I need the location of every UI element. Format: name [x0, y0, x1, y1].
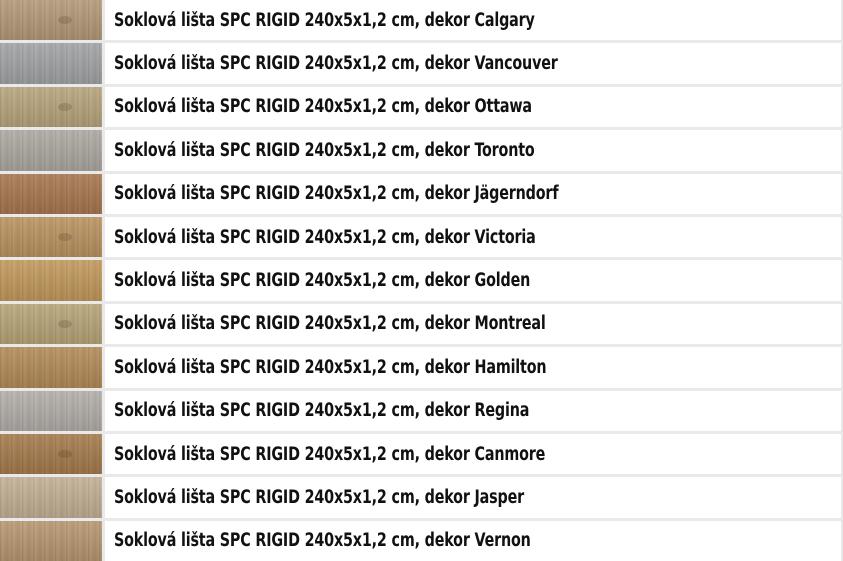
wood-swatch-image: [0, 260, 102, 301]
wood-swatch-image: [0, 303, 102, 345]
wood-swatch-image: [0, 0, 102, 41]
wood-swatch-image: [0, 347, 102, 388]
wood-swatch-image: [0, 477, 102, 518]
product-name: Soklová lišta SPC RIGID 240x5x1,2 cm, de…: [114, 443, 546, 465]
product-name: Soklová lišta SPC RIGID 240x5x1,2 cm, de…: [114, 53, 558, 75]
product-name: Soklová lišta SPC RIGID 240x5x1,2 cm, de…: [114, 9, 535, 31]
product-name: Soklová lišta SPC RIGID 240x5x1,2 cm, de…: [114, 96, 532, 118]
wood-swatch-image: [0, 130, 102, 171]
product-name: Soklová lišta SPC RIGID 240x5x1,2 cm, de…: [114, 183, 559, 205]
product-name: Soklová lišta SPC RIGID 240x5x1,2 cm, de…: [114, 356, 547, 378]
table-row: Soklová lišta SPC RIGID 240x5x1,2 cm, de…: [0, 520, 843, 561]
table-row: Soklová lišta SPC RIGID 240x5x1,2 cm, de…: [0, 260, 843, 301]
wood-swatch-image: [0, 390, 102, 431]
product-name: Soklová lišta SPC RIGID 240x5x1,2 cm, de…: [114, 270, 531, 292]
table-cell: Soklová lišta SPC RIGID 240x5x1,2 cm, de…: [105, 347, 841, 388]
table-row: Soklová lišta SPC RIGID 240x5x1,2 cm, de…: [0, 173, 843, 214]
table-row: Soklová lišta SPC RIGID 240x5x1,2 cm, de…: [0, 303, 843, 345]
table-cell: Soklová lišta SPC RIGID 240x5x1,2 cm, de…: [105, 216, 841, 258]
table-row: Soklová lišta SPC RIGID 240x5x1,2 cm, de…: [0, 477, 843, 518]
table-cell: Soklová lišta SPC RIGID 240x5x1,2 cm, de…: [105, 173, 841, 214]
product-name: Soklová lišta SPC RIGID 240x5x1,2 cm, de…: [114, 139, 535, 161]
table-row: Soklová lišta SPC RIGID 240x5x1,2 cm, de…: [0, 347, 843, 388]
product-name: Soklová lišta SPC RIGID 240x5x1,2 cm, de…: [114, 486, 525, 508]
table-cell: Soklová lišta SPC RIGID 240x5x1,2 cm, de…: [105, 0, 841, 41]
table-cell: Soklová lišta SPC RIGID 240x5x1,2 cm, de…: [105, 477, 841, 518]
table-row: Soklová lišta SPC RIGID 240x5x1,2 cm, de…: [0, 86, 843, 128]
wood-swatch-image: [0, 520, 102, 561]
table-cell: Soklová lišta SPC RIGID 240x5x1,2 cm, de…: [105, 303, 841, 345]
table-row: Soklová lišta SPC RIGID 240x5x1,2 cm, de…: [0, 130, 843, 171]
table-row: Soklová lišta SPC RIGID 240x5x1,2 cm, de…: [0, 43, 843, 84]
table-row: Soklová lišta SPC RIGID 240x5x1,2 cm, de…: [0, 0, 843, 41]
product-table: Soklová lišta SPC RIGID 240x5x1,2 cm, de…: [0, 0, 843, 561]
table-cell: Soklová lišta SPC RIGID 240x5x1,2 cm, de…: [105, 390, 841, 431]
table-cell: Soklová lišta SPC RIGID 240x5x1,2 cm, de…: [105, 43, 841, 84]
table-cell: Soklová lišta SPC RIGID 240x5x1,2 cm, de…: [105, 130, 841, 171]
table-row: Soklová lišta SPC RIGID 240x5x1,2 cm, de…: [0, 390, 843, 431]
table-cell: Soklová lišta SPC RIGID 240x5x1,2 cm, de…: [105, 86, 841, 128]
product-name: Soklová lišta SPC RIGID 240x5x1,2 cm, de…: [114, 530, 531, 552]
product-name: Soklová lišta SPC RIGID 240x5x1,2 cm, de…: [114, 226, 536, 248]
wood-swatch-image: [0, 433, 102, 475]
product-name: Soklová lišta SPC RIGID 240x5x1,2 cm, de…: [114, 400, 530, 422]
wood-swatch-image: [0, 173, 102, 214]
product-name: Soklová lišta SPC RIGID 240x5x1,2 cm, de…: [114, 313, 546, 335]
table-row: Soklová lišta SPC RIGID 240x5x1,2 cm, de…: [0, 216, 843, 258]
table-cell: Soklová lišta SPC RIGID 240x5x1,2 cm, de…: [105, 433, 841, 475]
table-cell: Soklová lišta SPC RIGID 240x5x1,2 cm, de…: [105, 520, 841, 561]
table-row: Soklová lišta SPC RIGID 240x5x1,2 cm, de…: [0, 433, 843, 475]
wood-swatch-image: [0, 216, 102, 258]
wood-swatch-image: [0, 86, 102, 128]
table-cell: Soklová lišta SPC RIGID 240x5x1,2 cm, de…: [105, 260, 841, 301]
wood-swatch-image: [0, 43, 102, 84]
